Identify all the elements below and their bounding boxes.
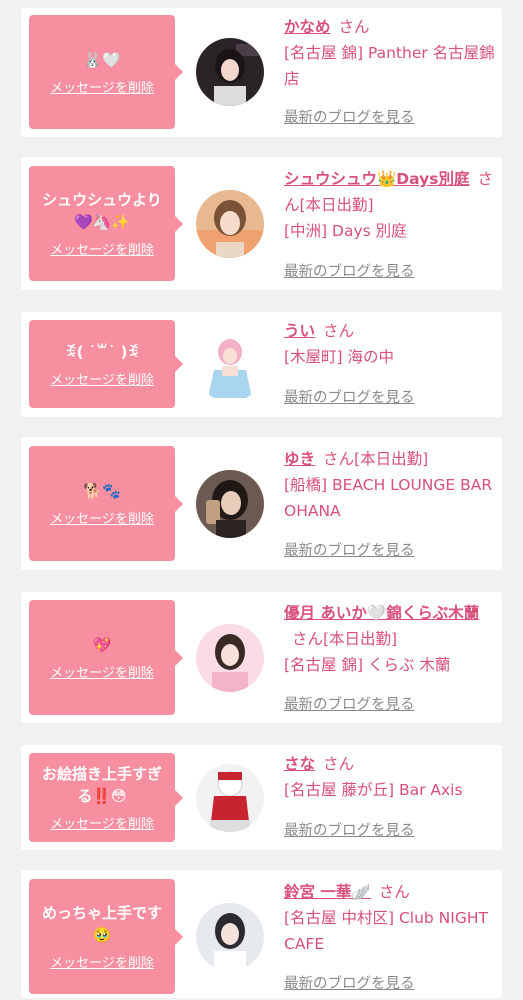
latest-blog-link[interactable]: 最新のブログを見る: [284, 972, 415, 993]
message-text: ꉂ( ˙꒳​˙ )ꉂ: [64, 342, 140, 361]
cast-name-link[interactable]: ゆき: [284, 450, 315, 468]
delete-message-link[interactable]: メッセージを削除: [50, 813, 154, 832]
cast-info: シュウシュウ👑Days別庭 さん[本日出勤] [中洲] Days 別庭: [284, 166, 496, 244]
shop-location: [名古屋 錦] くらぶ 木蘭: [284, 656, 451, 674]
message-card: お絵描き上手すぎる‼️😳 メッセージを削除 さな さん [名古屋 藤が丘] Bar…: [21, 745, 502, 850]
delete-message-link[interactable]: メッセージを削除: [50, 369, 154, 388]
latest-blog-link[interactable]: 最新のブログを見る: [284, 539, 415, 560]
message-text: 💖: [92, 636, 112, 654]
message-bubble: ꉂ( ˙꒳​˙ )ꉂ メッセージを削除: [29, 320, 183, 408]
avatar[interactable]: [196, 764, 264, 832]
cast-suffix: さん: [378, 883, 410, 901]
cast-info: ゆき さん[本日出勤] [船橋] BEACH LOUNGE BAR OHANA: [284, 446, 496, 524]
message-card: ꉂ( ˙꒳​˙ )ꉂ メッセージを削除 うい さん [木屋町] 海の中 最新のブロ…: [21, 312, 502, 417]
message-bubble: めっちゃ上手です🥹 メッセージを削除: [29, 879, 183, 994]
message-card: シュウシュウより 💜🦄✨ メッセージを削除 シュウシュウ👑Days別庭 さん[本日…: [21, 157, 502, 290]
message-text: めっちゃ上手です🥹: [41, 904, 162, 944]
shop-location: [名古屋 錦] Panther 名古屋錦店: [284, 44, 495, 88]
cast-suffix: さん: [323, 322, 355, 340]
avatar[interactable]: [196, 624, 264, 692]
message-bubble: お絵描き上手すぎる‼️😳 メッセージを削除: [29, 753, 183, 842]
message-bubble: 🐰🤍 メッセージを削除: [29, 15, 183, 129]
latest-blog-link[interactable]: 最新のブログを見る: [284, 693, 415, 714]
message-text: お絵描き上手すぎる‼️😳: [41, 765, 162, 805]
avatar[interactable]: [196, 190, 264, 258]
message-bubble: 🐕🐾 メッセージを削除: [29, 446, 183, 561]
cast-suffix: さん: [323, 755, 355, 773]
cast-info: かなめ さん [名古屋 錦] Panther 名古屋錦店: [284, 14, 496, 92]
message-text: 🐰🤍: [83, 50, 121, 69]
delete-message-link[interactable]: メッセージを削除: [50, 77, 154, 96]
cast-info: 優月 あいか🤍錦くらぶ木蘭さん[本日出勤] [名古屋 錦] くらぶ 木蘭: [284, 600, 496, 678]
cast-suffix: さん[本日出勤]: [292, 630, 398, 648]
delete-message-link[interactable]: メッセージを削除: [50, 239, 154, 258]
avatar[interactable]: [196, 334, 264, 402]
cast-name-link[interactable]: かなめ: [284, 18, 331, 36]
cast-name-link[interactable]: 優月 あいか🤍錦くらぶ木蘭: [284, 604, 479, 622]
message-card: 🐕🐾 メッセージを削除 ゆき さん[本日出勤] [船橋] BEACH LOUNGE…: [21, 437, 502, 570]
cast-info: 鈴宮 一華🪽 さん [名古屋 中村区] Club NIGHT CAFE: [284, 879, 496, 957]
latest-blog-link[interactable]: 最新のブログを見る: [284, 106, 415, 127]
shop-location: [名古屋 中村区] Club NIGHT CAFE: [284, 909, 488, 953]
message-list: 🐰🤍 メッセージを削除 かなめ さん [名古屋 錦] Panther 名古屋錦店 …: [0, 0, 523, 1000]
cast-name-link[interactable]: さな: [284, 755, 315, 773]
message-card: 🐰🤍 メッセージを削除 かなめ さん [名古屋 錦] Panther 名古屋錦店 …: [21, 8, 502, 137]
avatar[interactable]: [196, 470, 264, 538]
message-text: 🐕🐾: [83, 482, 121, 500]
latest-blog-link[interactable]: 最新のブログを見る: [284, 386, 415, 407]
shop-location: [中洲] Days 別庭: [284, 222, 407, 240]
message-bubble: シュウシュウより 💜🦄✨ メッセージを削除: [29, 166, 183, 281]
cast-name-link[interactable]: うい: [284, 322, 315, 340]
cast-suffix: さん: [338, 18, 370, 36]
cast-name-link[interactable]: 鈴宮 一華🪽: [284, 883, 371, 901]
message-text: シュウシュウより 💜🦄✨: [42, 191, 162, 231]
latest-blog-link[interactable]: 最新のブログを見る: [284, 819, 415, 840]
delete-message-link[interactable]: メッセージを削除: [50, 662, 154, 681]
message-bubble: 💖 メッセージを削除: [29, 600, 183, 715]
cast-name-link[interactable]: シュウシュウ👑Days別庭: [284, 170, 469, 188]
cast-info: うい さん [木屋町] 海の中: [284, 318, 496, 370]
shop-location: [木屋町] 海の中: [284, 348, 395, 366]
avatar[interactable]: [196, 903, 264, 971]
latest-blog-link[interactable]: 最新のブログを見る: [284, 260, 415, 281]
delete-message-link[interactable]: メッセージを削除: [50, 952, 154, 971]
cast-suffix: さん[本日出勤]: [323, 450, 429, 468]
message-card: 💖 メッセージを削除 優月 あいか🤍錦くらぶ木蘭さん[本日出勤] [名古屋 錦]…: [21, 592, 502, 723]
avatar[interactable]: [196, 38, 264, 106]
shop-location: [船橋] BEACH LOUNGE BAR OHANA: [284, 476, 493, 520]
message-card: めっちゃ上手です🥹 メッセージを削除 鈴宮 一華🪽 さん [名古屋 中村区] Cl…: [21, 870, 502, 998]
cast-info: さな さん [名古屋 藤が丘] Bar Axis: [284, 751, 496, 803]
delete-message-link[interactable]: メッセージを削除: [50, 508, 154, 527]
shop-location: [名古屋 藤が丘] Bar Axis: [284, 781, 463, 799]
